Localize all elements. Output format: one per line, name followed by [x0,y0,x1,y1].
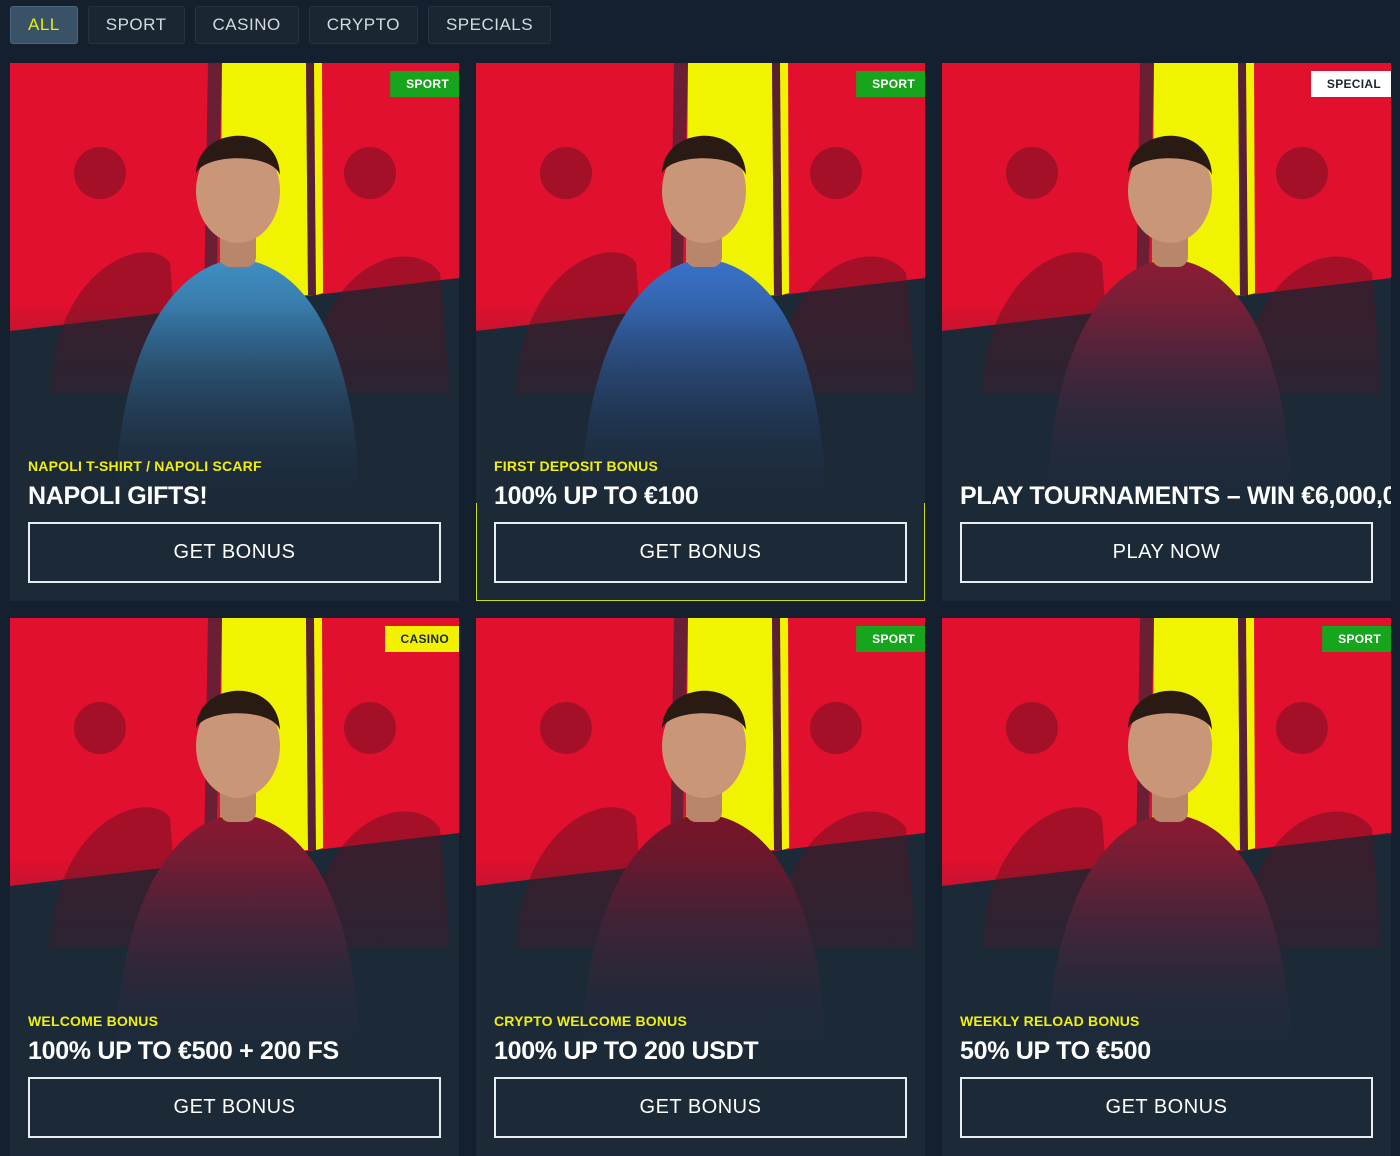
promo-subtitle: WELCOME BONUS [28,1013,159,1029]
promo-title: 100% UP TO €100 [494,482,699,510]
promo-card[interactable]: CASINO WELCOME BONUS 100% UP TO €500 + 2… [10,618,459,1156]
category-badge: CASINO [384,626,459,652]
promo-card-artwork [942,618,1391,1058]
category-badge: SPORT [856,71,925,97]
promo-card[interactable]: SPECIAL PLAY TOURNAMENTS – WIN €6,000,00… [942,63,1391,601]
promo-card-artwork [942,63,1391,503]
promo-card-artwork [476,618,925,1058]
promo-title: PLAY TOURNAMENTS – WIN €6,000,000! [960,482,1391,510]
get-bonus-button[interactable]: GET BONUS [494,522,907,583]
filter-tab-all[interactable]: ALL [10,6,78,44]
promo-subtitle: WEEKLY RELOAD BONUS [960,1013,1140,1029]
play-now-button[interactable]: PLAY NOW [960,522,1373,583]
promo-card-artwork [10,618,459,1058]
filter-tab-specials[interactable]: SPECIALS [427,6,552,44]
promo-filter-bar: ALL SPORT CASINO CRYPTO SPECIALS [10,6,552,44]
get-bonus-button[interactable]: GET BONUS [494,1077,907,1138]
filter-tab-casino[interactable]: CASINO [194,6,299,44]
promo-card-artwork [10,63,459,503]
category-badge: SPORT [390,71,459,97]
filter-tab-sport[interactable]: SPORT [87,6,185,44]
promo-cards-grid: SPORT NAPOLI T-SHIRT / NAPOLI SCARF NAPO… [10,63,1391,1156]
promo-card[interactable]: SPORT CRYPTO WELCOME BONUS 100% UP TO 20… [476,618,925,1156]
category-badge: SPORT [856,626,925,652]
category-badge: SPECIAL [1310,71,1391,97]
promo-card-artwork [476,63,925,503]
promo-card[interactable]: SPORT WEEKLY RELOAD BONUS 50% UP TO €500… [942,618,1391,1156]
get-bonus-button[interactable]: GET BONUS [960,1077,1373,1138]
promo-card[interactable]: SPORT FIRST DEPOSIT BONUS 100% UP TO €10… [476,63,925,601]
promotions-page: ALL SPORT CASINO CRYPTO SPECIALS SPORT N… [0,0,1400,1156]
get-bonus-button[interactable]: GET BONUS [28,522,441,583]
filter-tab-crypto[interactable]: CRYPTO [308,6,418,44]
promo-subtitle: CRYPTO WELCOME BONUS [494,1013,688,1029]
promo-title: NAPOLI GIFTS! [28,482,208,510]
category-badge: SPORT [1322,626,1391,652]
promo-card[interactable]: SPORT NAPOLI T-SHIRT / NAPOLI SCARF NAPO… [10,63,459,601]
promo-title: 100% UP TO 200 USDT [494,1037,759,1065]
promo-title: 50% UP TO €500 [960,1037,1151,1065]
promo-title: 100% UP TO €500 + 200 FS [28,1037,339,1065]
promo-subtitle: NAPOLI T-SHIRT / NAPOLI SCARF [28,458,262,474]
get-bonus-button[interactable]: GET BONUS [28,1077,441,1138]
promo-subtitle: FIRST DEPOSIT BONUS [494,458,659,474]
